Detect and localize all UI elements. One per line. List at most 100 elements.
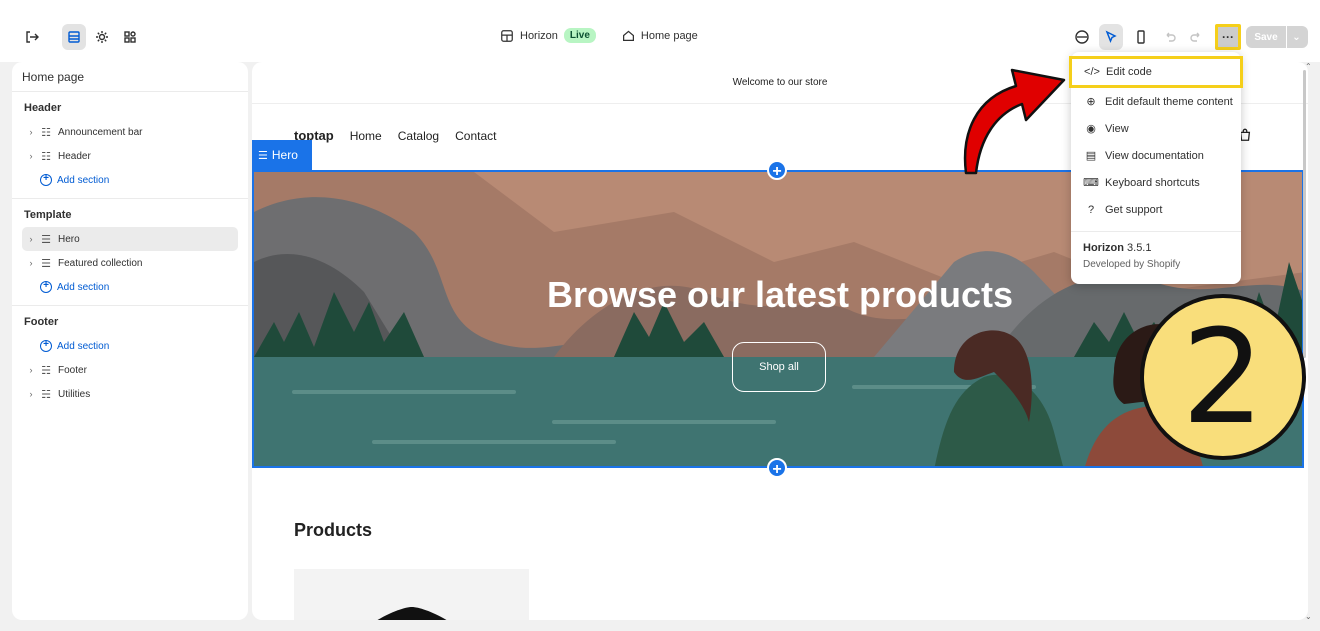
sidebar-item-label: Hero: [58, 233, 80, 245]
sidebar-item-label: Footer: [58, 364, 87, 376]
menu-item-keyboard-shortcuts[interactable]: ⌨ Keyboard shortcuts: [1071, 169, 1241, 196]
add-section-above-button[interactable]: +: [767, 160, 787, 180]
store-nav: toptap Home Catalog Contact: [294, 128, 512, 143]
add-section-label: Add section: [57, 174, 110, 186]
add-section-button[interactable]: + Add section: [12, 334, 248, 358]
sidebar-title: Home page: [12, 62, 248, 92]
menu-item-label: Get support: [1105, 203, 1163, 216]
section-icon: ☰: [41, 233, 51, 246]
mobile-preview-icon[interactable]: [1129, 24, 1153, 50]
theme-developer: Developed by Shopify: [1083, 259, 1181, 270]
menu-item-view[interactable]: ◉ View: [1071, 115, 1241, 142]
live-badge: Live: [563, 28, 596, 43]
group-title: Footer: [24, 316, 59, 328]
scroll-down-icon[interactable]: ⌄: [1305, 612, 1312, 621]
save-chevron-icon[interactable]: ⌄: [1286, 26, 1306, 48]
menu-item-label: Edit code: [1106, 66, 1152, 78]
sidebar: Home page Header › ☷ Announcement bar › …: [12, 62, 248, 620]
add-section-label: Add section: [57, 281, 110, 293]
add-section-button[interactable]: + Add section: [12, 168, 248, 192]
theme-version-info: Horizon 3.5.1 Developed by Shopify: [1071, 242, 1241, 270]
sidebar-item-label: Utilities: [58, 388, 91, 400]
group-title: Header: [24, 102, 62, 114]
more-actions-button[interactable]: ···: [1215, 24, 1241, 50]
sidebar-item-featured-collection[interactable]: › ☰ Featured collection: [22, 251, 238, 275]
footer-icon: ☵: [41, 388, 51, 401]
menu-item-get-support[interactable]: ? Get support: [1071, 196, 1241, 223]
chevron-right-icon[interactable]: ›: [24, 234, 38, 244]
select-cursor-icon[interactable]: [1099, 24, 1123, 50]
settings-icon[interactable]: [90, 24, 114, 50]
hero-section-tag: ☰ Hero: [252, 140, 312, 170]
apps-icon[interactable]: [118, 24, 142, 50]
sidebar-item-footer[interactable]: › ☵ Footer: [22, 358, 238, 382]
theme-name: Horizon: [1083, 242, 1124, 254]
section-icon: ☰: [258, 149, 268, 162]
sidebar-item-header[interactable]: › ☷ Header: [22, 144, 238, 168]
page-selector[interactable]: Home page: [641, 30, 698, 42]
theme-version: 3.5.1: [1127, 242, 1152, 254]
products-heading: Products: [294, 520, 373, 540]
undo-icon[interactable]: [1158, 24, 1182, 50]
preview-scrollbar[interactable]: [1303, 70, 1306, 358]
add-section-label: Add section: [57, 340, 110, 352]
menu-item-edit-code[interactable]: </> Edit code: [1069, 56, 1243, 88]
theme-icon: [501, 29, 513, 42]
layout-icon: ☷: [41, 126, 51, 139]
nav-link-catalog[interactable]: Catalog: [398, 129, 439, 143]
chevron-right-icon[interactable]: ›: [24, 365, 38, 375]
menu-divider: [1071, 231, 1241, 232]
sidebar-item-utilities[interactable]: › ☵ Utilities: [22, 382, 238, 406]
eye-icon: ◉: [1086, 123, 1096, 135]
nav-link-home[interactable]: Home: [350, 129, 382, 143]
sidebar-group-header: Header › ☷ Announcement bar › ☷ Header +…: [12, 92, 248, 199]
theme-info: Horizon Live Home page: [500, 28, 698, 43]
sections-icon[interactable]: [62, 24, 86, 50]
book-icon: ▤: [1085, 150, 1097, 162]
save-button-label: Save: [1254, 31, 1278, 43]
home-icon: [622, 30, 634, 41]
hero-tag-label: Hero: [271, 148, 298, 162]
sidebar-item-hero[interactable]: › ☰ Hero: [22, 227, 238, 251]
chevron-right-icon[interactable]: ›: [24, 151, 38, 161]
inspector-icon[interactable]: [1070, 24, 1094, 50]
add-section-button[interactable]: + Add section: [12, 275, 248, 299]
plus-circle-icon: +: [40, 340, 52, 352]
sidebar-item-label: Header: [58, 150, 91, 162]
shop-all-button[interactable]: Shop all: [732, 342, 826, 392]
more-actions-menu: </> Edit code ⊕ Edit default theme conte…: [1069, 52, 1243, 284]
menu-item-view-documentation[interactable]: ▤ View documentation: [1071, 142, 1241, 169]
footer-icon: ☵: [41, 364, 51, 377]
nav-link-contact[interactable]: Contact: [455, 129, 496, 143]
product-card[interactable]: [294, 569, 529, 620]
save-button[interactable]: Save ⌄: [1246, 26, 1308, 48]
redo-icon[interactable]: [1184, 24, 1208, 50]
menu-item-label: View: [1105, 122, 1129, 135]
sidebar-item-announcement-bar[interactable]: › ☷ Announcement bar: [22, 120, 238, 144]
menu-item-label: Edit default theme content: [1105, 95, 1233, 108]
sidebar-item-label: Featured collection: [58, 257, 143, 269]
product-image: [377, 607, 447, 620]
keyboard-icon: ⌨: [1083, 177, 1099, 189]
globe-icon: ⊕: [1086, 96, 1096, 108]
plus-circle-icon: +: [40, 174, 52, 186]
section-icon: ☰: [41, 257, 51, 270]
sidebar-item-label: Announcement bar: [58, 126, 143, 138]
menu-item-label: Keyboard shortcuts: [1105, 176, 1200, 189]
step-number-badge: 2: [1140, 294, 1306, 460]
exit-icon[interactable]: [20, 24, 44, 50]
chevron-right-icon[interactable]: ›: [24, 258, 38, 268]
code-icon: </>: [1084, 66, 1100, 78]
add-section-below-button[interactable]: +: [767, 458, 787, 478]
red-arrow-annotation: [963, 68, 1066, 175]
menu-item-edit-default-theme-content[interactable]: ⊕ Edit default theme content: [1071, 88, 1241, 115]
scroll-up-icon[interactable]: ⌃: [1305, 62, 1312, 71]
chevron-right-icon[interactable]: ›: [24, 127, 38, 137]
question-icon: ?: [1087, 203, 1095, 216]
sidebar-group-footer: Footer + Add section › ☵ Footer › ☵ Util…: [12, 306, 248, 412]
theme-name[interactable]: Horizon: [520, 30, 558, 42]
sidebar-group-template: Template › ☰ Hero › ☰ Featured collectio…: [12, 199, 248, 306]
plus-circle-icon: +: [40, 281, 52, 293]
chevron-right-icon[interactable]: ›: [24, 389, 38, 399]
menu-item-label: View documentation: [1105, 149, 1204, 162]
